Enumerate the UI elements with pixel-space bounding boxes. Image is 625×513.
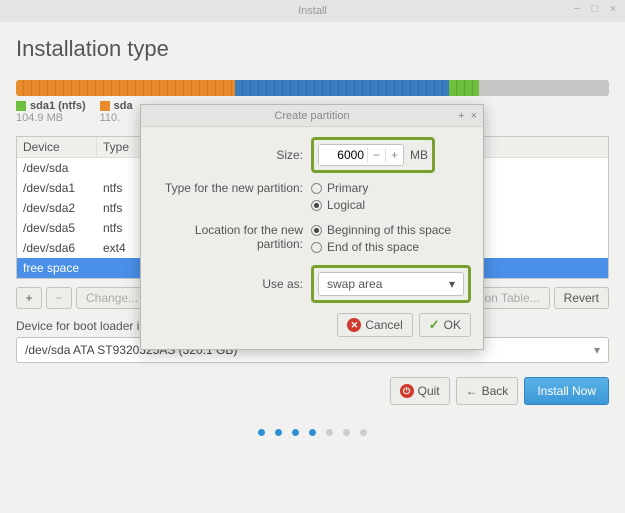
- ok-button[interactable]: ✓OK: [419, 313, 471, 337]
- page-title: Installation type: [16, 36, 609, 62]
- window-title: Install: [298, 5, 327, 17]
- size-unit: MB: [410, 148, 428, 162]
- radio-logical[interactable]: Logical: [311, 198, 368, 212]
- location-label: Location for the new partition:: [153, 223, 311, 251]
- dialog-close-icon[interactable]: ×: [471, 110, 477, 122]
- size-label: Size:: [153, 148, 311, 162]
- radio-begin[interactable]: Beginning of this space: [311, 223, 451, 237]
- power-icon: ⏻: [400, 384, 414, 398]
- size-plus-button[interactable]: +: [385, 148, 403, 162]
- change-partition-button[interactable]: Change...: [76, 287, 148, 309]
- size-input[interactable]: [319, 145, 367, 165]
- cancel-button[interactable]: ✕Cancel: [337, 313, 412, 337]
- col-type[interactable]: Type: [97, 137, 142, 157]
- install-now-button[interactable]: Install Now: [524, 377, 609, 405]
- check-icon: ✓: [429, 317, 440, 333]
- type-label: Type for the new partition:: [153, 181, 311, 195]
- window-close-icon[interactable]: ×: [607, 3, 619, 15]
- chevron-down-icon: ▾: [449, 277, 455, 291]
- back-button[interactable]: ←Back: [456, 377, 519, 405]
- window-minimize-icon[interactable]: −: [571, 3, 583, 15]
- use-as-combo[interactable]: swap area ▾: [318, 272, 464, 296]
- window-maximize-icon[interactable]: □: [589, 3, 601, 15]
- cancel-icon: ✕: [347, 318, 361, 332]
- quit-button[interactable]: ⏻Quit: [390, 377, 450, 405]
- disk-usage-bar: [16, 80, 609, 96]
- radio-primary[interactable]: Primary: [311, 181, 368, 195]
- col-device[interactable]: Device: [17, 137, 97, 157]
- add-partition-button[interactable]: +: [16, 287, 42, 309]
- chevron-down-icon: ▾: [594, 343, 600, 357]
- create-partition-dialog: Create partition + × Size: − + MB Type f…: [140, 104, 484, 350]
- step-indicator: [16, 429, 609, 436]
- remove-partition-button[interactable]: −: [46, 287, 72, 309]
- size-minus-button[interactable]: −: [367, 148, 385, 162]
- arrow-left-icon: ←: [466, 384, 478, 398]
- dialog-add-icon[interactable]: +: [458, 110, 464, 122]
- use-as-label: Use as:: [153, 277, 311, 291]
- window-titlebar: Install − □ ×: [0, 0, 625, 22]
- revert-button[interactable]: Revert: [554, 287, 609, 309]
- size-spinner[interactable]: − +: [318, 144, 404, 166]
- dialog-title: Create partition: [274, 110, 349, 122]
- radio-end[interactable]: End of this space: [311, 240, 451, 254]
